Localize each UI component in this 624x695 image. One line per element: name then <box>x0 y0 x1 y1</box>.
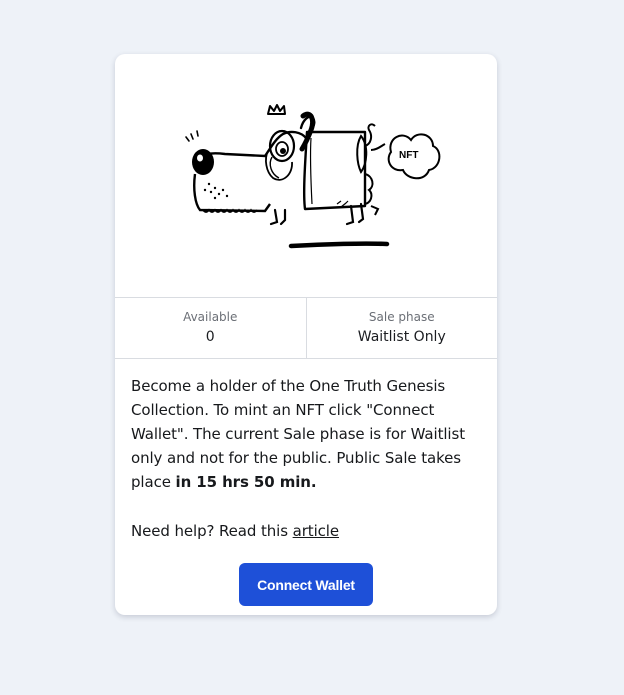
help-text: Need help? Read this article <box>131 519 481 543</box>
description-text: Become a holder of the One Truth Genesis… <box>131 374 481 494</box>
available-value: 0 <box>205 329 215 345</box>
nft-bubble-text: NFT <box>399 150 418 161</box>
sale-phase-value: Waitlist Only <box>357 329 446 345</box>
stat-sale-phase: Sale phase Waitlist Only <box>305 298 498 358</box>
sale-countdown: in 15 hrs 50 min. <box>175 473 317 491</box>
help-prefix: Need help? Read this <box>131 522 293 540</box>
mint-card: NFT Available 0 Sale phase Waitlist Only… <box>115 54 497 615</box>
stat-available: Available 0 <box>115 298 306 358</box>
nft-illustration: NFT <box>115 54 497 297</box>
article-link[interactable]: article <box>293 522 339 540</box>
dog-nft-illustration-icon: NFT <box>185 104 441 249</box>
connect-wallet-button[interactable]: Connect Wallet <box>239 563 373 606</box>
stats-row: Available 0 Sale phase Waitlist Only <box>115 297 497 359</box>
sale-phase-label: Sale phase <box>368 310 435 324</box>
available-label: Available <box>183 310 238 324</box>
